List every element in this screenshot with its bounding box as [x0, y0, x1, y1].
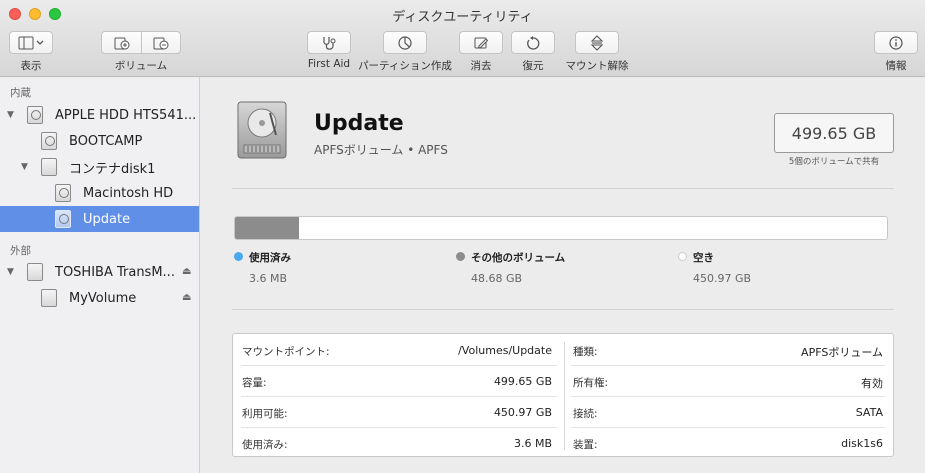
capacity-note: 5個のボリュームで共有 — [788, 157, 880, 167]
eject-icon[interactable]: ⏏ — [182, 292, 191, 303]
volume-segmented-control — [101, 31, 181, 54]
volume-icon — [55, 210, 71, 228]
partition-button[interactable] — [383, 31, 427, 54]
table-row: 容量: 499.65 GB 所有権: 有効 — [233, 365, 893, 396]
other-volumes-fill — [235, 217, 299, 239]
detail-value: disk1s6 — [841, 437, 883, 450]
legend-dot — [234, 252, 243, 261]
legend-name: その他のボリューム — [471, 252, 566, 264]
add-volume-icon — [114, 37, 129, 49]
disclosure-triangle-icon[interactable]: ▼ — [7, 267, 14, 277]
detail-key: 接続: — [573, 408, 598, 420]
table-row: 利用可能: 450.97 GB 接続: SATA — [233, 396, 893, 427]
restore-button[interactable] — [511, 31, 555, 54]
sidebar-item-label: Macintosh HD — [83, 185, 174, 201]
sidebar-item-label: TOSHIBA TransM... — [55, 264, 175, 280]
detail-value: 有効 — [861, 377, 883, 390]
volume-label: ボリューム — [114, 60, 168, 72]
legend-dot — [678, 252, 687, 261]
sidebar: 内蔵 ▼ APPLE HDD HTS541... BOOTCAMP ▼ コンテナ… — [0, 77, 200, 473]
erase-label: 消去 — [470, 60, 492, 72]
legend-value: 450.97 GB — [693, 272, 752, 285]
table-row: 使用済み: 3.6 MB 装置: disk1s6 — [233, 427, 893, 458]
usage-bar — [234, 216, 888, 240]
detail-key: 種類: — [573, 346, 598, 358]
unmount-button[interactable] — [575, 31, 619, 54]
sidebar-item-myvolume[interactable]: MyVolume ⏏ — [0, 285, 199, 311]
sidebar-item-toshiba[interactable]: ▼ TOSHIBA TransM... ⏏ — [0, 259, 199, 285]
restore-label: 復元 — [522, 60, 544, 72]
first-aid-label: First Aid — [307, 58, 351, 70]
disclosure-triangle-icon[interactable]: ▼ — [21, 162, 28, 172]
divider — [232, 309, 894, 310]
hard-disk-icon — [27, 106, 43, 124]
legend-name: 空き — [693, 252, 714, 264]
details-table: マウントポイント: /Volumes/Update 種類: APFSボリューム … — [232, 333, 894, 457]
info-icon — [889, 35, 903, 50]
detail-key: 容量: — [242, 377, 267, 389]
volume-icon — [55, 184, 71, 202]
sidebar-item-macintosh-hd[interactable]: Macintosh HD — [0, 180, 199, 206]
container-icon — [41, 158, 57, 176]
sidebar-item-apple-hdd[interactable]: ▼ APPLE HDD HTS541... — [0, 102, 199, 128]
remove-volume-button[interactable] — [141, 31, 180, 54]
partition-icon — [398, 35, 412, 50]
detail-value: 450.97 GB — [493, 406, 552, 419]
volume-icon — [41, 289, 57, 307]
capacity-box: 499.65 GB — [774, 113, 894, 153]
sidebar-item-label: MyVolume — [69, 290, 137, 306]
divider — [232, 188, 894, 189]
window-title: ディスクユーティリティ — [392, 10, 533, 25]
detail-value: 3.6 MB — [513, 437, 552, 450]
detail-key: 使用済み: — [242, 439, 288, 451]
detail-value: /Volumes/Update — [458, 344, 552, 357]
view-button[interactable] — [9, 31, 53, 54]
restore-icon — [527, 35, 540, 50]
erase-button[interactable] — [459, 31, 503, 54]
detail-key: 所有権: — [573, 377, 609, 389]
detail-key: 装置: — [573, 439, 598, 451]
info-label: 情報 — [885, 60, 907, 72]
stethoscope-icon — [323, 36, 336, 50]
table-row: マウントポイント: /Volumes/Update 種類: APFSボリューム — [233, 334, 893, 365]
sidebar-item-label: コンテナdisk1 — [69, 161, 156, 177]
sidebar-toggle-icon — [18, 36, 44, 49]
detail-key: 利用可能: — [242, 408, 288, 420]
volume-subtitle: APFSボリューム • APFS — [314, 143, 448, 157]
legend-name: 使用済み — [249, 252, 291, 264]
detail-value: 499.65 GB — [493, 375, 552, 388]
detail-key: マウントポイント: — [242, 346, 330, 358]
unmount-label: マウント解除 — [565, 60, 629, 72]
disclosure-triangle-icon[interactable]: ▼ — [7, 110, 14, 120]
internal-section-title: 内蔵 — [10, 87, 31, 99]
volume-name: Update — [314, 111, 404, 136]
first-aid-button[interactable] — [307, 31, 351, 54]
sidebar-item-container-disk1[interactable]: ▼ コンテナdisk1 — [0, 154, 199, 180]
window-toolbar: ディスクユーティリティ 表示 ボリューム First Aid パーティション作成… — [0, 0, 925, 77]
hard-disk-icon — [237, 101, 287, 159]
detail-value: APFSボリューム — [801, 346, 883, 359]
volume-detail-pane: Update APFSボリューム • APFS 499.65 GB 5個のボリュ… — [200, 77, 925, 473]
sidebar-item-update[interactable]: Update — [0, 206, 199, 232]
legend-value: 3.6 MB — [249, 272, 288, 285]
external-disk-icon — [27, 263, 43, 281]
sidebar-item-label: Update — [83, 211, 131, 227]
remove-volume-icon — [153, 37, 169, 49]
legend-dot — [456, 252, 465, 261]
info-button[interactable] — [874, 31, 918, 54]
volume-icon — [41, 132, 57, 150]
add-volume-button[interactable] — [102, 31, 141, 54]
detail-value: SATA — [855, 406, 883, 419]
unmount-icon — [590, 34, 604, 51]
sidebar-item-bootcamp[interactable]: BOOTCAMP — [0, 128, 199, 154]
legend-value: 48.68 GB — [471, 272, 523, 285]
partition-label: パーティション作成 — [358, 60, 452, 72]
sidebar-item-label: APPLE HDD HTS541... — [55, 107, 197, 123]
view-label: 表示 — [20, 60, 42, 72]
eject-icon[interactable]: ⏏ — [182, 266, 191, 277]
erase-icon — [474, 37, 489, 49]
external-section-title: 外部 — [10, 245, 31, 257]
sidebar-item-label: BOOTCAMP — [69, 133, 143, 149]
